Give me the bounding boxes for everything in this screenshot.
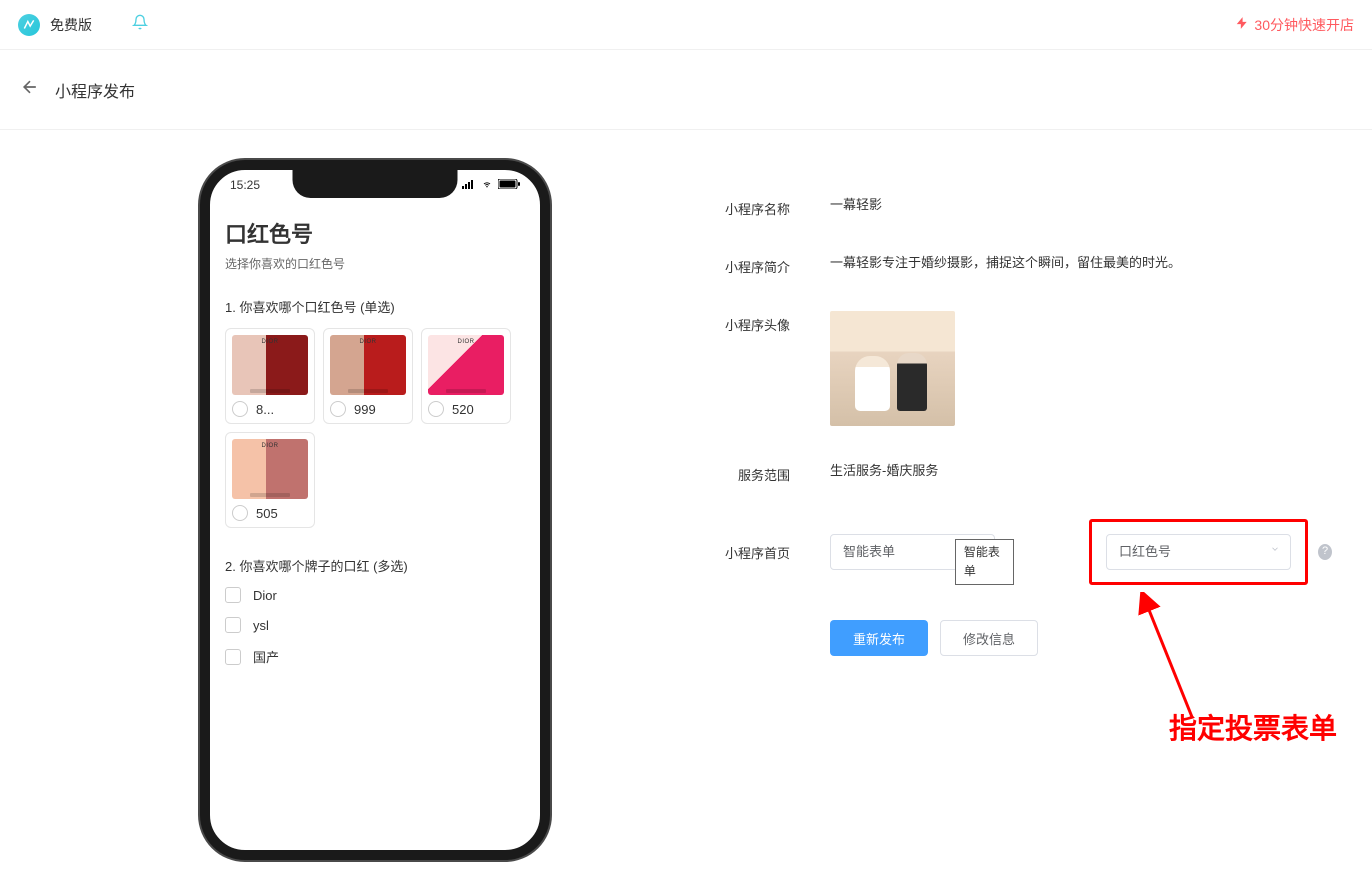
radio-icon[interactable] [330, 401, 346, 417]
checkbox-item[interactable]: ysl [225, 617, 525, 633]
checkbox-label: 国产 [253, 647, 279, 666]
chevron-down-icon [1270, 543, 1280, 561]
select-vote-form[interactable]: 口红色号 [1106, 534, 1291, 570]
select-value: 口红色号 [1119, 542, 1171, 563]
field-label-intro: 小程序简介 [700, 253, 790, 276]
page-title: 小程序发布 [55, 78, 135, 102]
phone-mockup: 15:25 口红色号 选择你喜欢的口红色号 1. 你喜欢哪个口红色号 (单选) [200, 160, 550, 860]
form-subtitle: 选择你喜欢的口红色号 [225, 255, 525, 272]
field-label-name: 小程序名称 [700, 195, 790, 218]
field-value-scope: 生活服务-婚庆服务 [790, 461, 1332, 482]
field-value-intro: 一幕轻影专注于婚纱摄影，捕捉这个瞬间，留住最美的时光。 [790, 253, 1332, 274]
bolt-icon [1235, 16, 1249, 33]
form-area: 小程序名称 一幕轻影 小程序简介 一幕轻影专注于婚纱摄影，捕捉这个瞬间，留住最美… [550, 160, 1372, 860]
option-card[interactable]: 8... [225, 328, 315, 424]
option-image [330, 335, 406, 395]
avatar-image [830, 311, 955, 426]
back-arrow-icon[interactable] [20, 77, 40, 103]
field-label-avatar: 小程序头像 [700, 311, 790, 334]
modify-info-button[interactable]: 修改信息 [940, 620, 1038, 656]
battery-icon [498, 178, 520, 192]
republish-button[interactable]: 重新发布 [830, 620, 928, 656]
option-card[interactable]: 505 [225, 432, 315, 528]
topbar: 免费版 30分钟快速开店 [0, 0, 1372, 50]
plan-label: 免费版 [50, 15, 92, 35]
field-label-scope: 服务范围 [700, 461, 790, 484]
select-value: 智能表单 [843, 542, 895, 563]
option-image [428, 335, 504, 395]
option-image [232, 335, 308, 395]
signal-icon [462, 178, 476, 192]
checkbox-item[interactable]: 国产 [225, 647, 525, 666]
page-header: 小程序发布 [0, 50, 1372, 130]
checkbox-icon[interactable] [225, 587, 241, 603]
option-label: 505 [256, 506, 278, 521]
phone-notch [293, 170, 458, 198]
bell-icon[interactable] [132, 14, 148, 35]
radio-icon[interactable] [428, 401, 444, 417]
wifi-icon [480, 178, 494, 192]
quick-shop-label: 30分钟快速开店 [1254, 15, 1354, 35]
tooltip: 智能表单 [955, 539, 1014, 585]
option-card[interactable]: 999 [323, 328, 413, 424]
question-2-label: 2. 你喜欢哪个牌子的口红 (多选) [225, 556, 525, 575]
help-icon[interactable]: ? [1318, 544, 1332, 560]
annotation-text: 指定投票表单 [1169, 707, 1337, 747]
form-title: 口红色号 [225, 217, 525, 249]
radio-icon[interactable] [232, 401, 248, 417]
button-label: 修改信息 [963, 629, 1015, 648]
option-label: 8... [256, 402, 274, 417]
main-content: 15:25 口红色号 选择你喜欢的口红色号 1. 你喜欢哪个口红色号 (单选) [0, 130, 1372, 860]
highlight-box: 口红色号 [1089, 519, 1308, 585]
phone-content: 口红色号 选择你喜欢的口红色号 1. 你喜欢哪个口红色号 (单选) 8... 9… [210, 192, 540, 691]
option-image [232, 439, 308, 499]
option-label: 999 [354, 402, 376, 417]
quick-shop-link[interactable]: 30分钟快速开店 [1235, 15, 1354, 35]
checkbox-icon[interactable] [225, 649, 241, 665]
checkbox-label: Dior [253, 588, 277, 603]
field-label-home: 小程序首页 [700, 543, 790, 562]
radio-icon[interactable] [232, 505, 248, 521]
logo-icon [18, 14, 40, 36]
option-grid: 8... 999 520 [225, 328, 525, 528]
checkbox-icon[interactable] [225, 617, 241, 633]
checkbox-item[interactable]: Dior [225, 587, 525, 603]
annotation-arrow-icon [1137, 592, 1197, 722]
option-label: 520 [452, 402, 474, 417]
field-value-name: 一幕轻影 [790, 195, 1332, 216]
option-card[interactable]: 520 [421, 328, 511, 424]
question-1-label: 1. 你喜欢哪个口红色号 (单选) [225, 297, 525, 316]
phone-time: 15:25 [230, 178, 260, 192]
button-label: 重新发布 [853, 629, 905, 648]
checkbox-list: Dior ysl 国产 [225, 587, 525, 666]
checkbox-label: ysl [253, 618, 269, 633]
